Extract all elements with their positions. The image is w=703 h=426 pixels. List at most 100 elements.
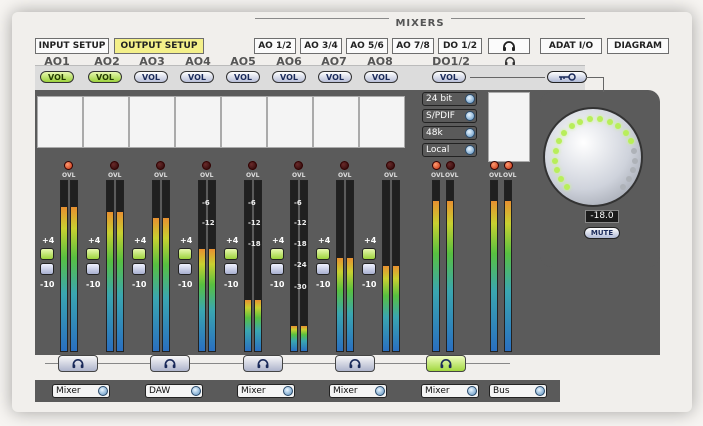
tab-ao-5-6[interactable]: AO 5/6 bbox=[346, 38, 388, 54]
monitor-volume-knob[interactable] bbox=[543, 107, 643, 207]
headphone-send-button-2[interactable] bbox=[150, 355, 190, 372]
gain-label-high: +4 bbox=[134, 236, 147, 245]
vol-button-do12[interactable]: VOL bbox=[432, 71, 466, 83]
vol-button-ao5[interactable]: VOL bbox=[226, 71, 260, 83]
scribble-strip bbox=[359, 96, 405, 148]
vol-button-ao1[interactable]: VOL bbox=[40, 71, 74, 83]
headphone-send-button-4[interactable] bbox=[335, 355, 375, 372]
headphone-send-button-1[interactable] bbox=[58, 355, 98, 372]
chevron-down-icon bbox=[465, 111, 475, 121]
vol-button-ao7[interactable]: VOL bbox=[318, 71, 352, 83]
vol-button-ao3[interactable]: VOL bbox=[134, 71, 168, 83]
ovl-led bbox=[504, 161, 513, 170]
gain-high-button[interactable] bbox=[316, 248, 330, 260]
meter-scale-tick: -12 bbox=[248, 219, 261, 227]
gain-low-button[interactable] bbox=[316, 263, 330, 275]
vol-button-ao4[interactable]: VOL bbox=[180, 71, 214, 83]
level-meter-fill bbox=[383, 266, 389, 351]
vol-button-ao8[interactable]: VOL bbox=[364, 71, 398, 83]
bit-depth-value: 24 bit bbox=[426, 94, 453, 104]
vol-button-ao6[interactable]: VOL bbox=[272, 71, 306, 83]
headphones-icon bbox=[256, 354, 270, 373]
chevron-down-icon bbox=[283, 386, 293, 396]
gain-low-button[interactable] bbox=[362, 263, 376, 275]
gain-high-button[interactable] bbox=[86, 248, 100, 260]
routing-select-5[interactable]: Mixer bbox=[421, 384, 479, 398]
routing-select-4[interactable]: Mixer bbox=[329, 384, 387, 398]
routing-select-1[interactable]: Mixer bbox=[52, 384, 110, 398]
knob-led bbox=[552, 147, 559, 154]
tab-ao-3-4[interactable]: AO 3/4 bbox=[300, 38, 342, 54]
gain-low-button[interactable] bbox=[178, 263, 192, 275]
scribble-strip bbox=[37, 96, 83, 148]
bit-depth-select[interactable]: 24 bit bbox=[422, 92, 477, 106]
scribble-strip bbox=[221, 96, 267, 148]
level-meter-fill bbox=[107, 211, 113, 351]
format-select[interactable]: S/PDIF bbox=[422, 109, 477, 123]
routing-value: Mixer bbox=[56, 386, 81, 396]
routing-value: Bus bbox=[493, 386, 510, 396]
ovl-led bbox=[340, 161, 349, 170]
gain-high-button[interactable] bbox=[178, 248, 192, 260]
routing-select-6[interactable]: Bus bbox=[489, 384, 547, 398]
clock-select[interactable]: Local bbox=[422, 143, 477, 157]
chevron-down-icon bbox=[465, 145, 475, 155]
level-meter bbox=[504, 180, 512, 352]
ovl-led bbox=[490, 161, 499, 170]
format-value: S/PDIF bbox=[426, 111, 455, 121]
gain-high-button[interactable] bbox=[40, 248, 54, 260]
ovl-label: OVL bbox=[431, 172, 445, 179]
chevron-down-icon bbox=[465, 94, 475, 104]
level-meter-fill bbox=[163, 218, 169, 351]
chevron-down-icon bbox=[98, 386, 108, 396]
link-button[interactable] bbox=[547, 71, 587, 83]
routing-select-2[interactable]: DAW bbox=[145, 384, 203, 398]
ovl-label: OVL bbox=[489, 172, 503, 179]
gain-label-low: -10 bbox=[362, 280, 377, 289]
sample-rate-select[interactable]: 48k bbox=[422, 126, 477, 140]
headphone-send-button-5[interactable] bbox=[426, 355, 466, 372]
scribble-strip bbox=[267, 96, 313, 148]
routing-select-3[interactable]: Mixer bbox=[237, 384, 295, 398]
gain-low-button[interactable] bbox=[40, 263, 54, 275]
ovl-led bbox=[432, 161, 441, 170]
key-icon bbox=[559, 73, 576, 81]
tab-diagram[interactable]: DIAGRAM bbox=[607, 38, 669, 54]
gain-high-button[interactable] bbox=[224, 248, 238, 260]
routing-value: Mixer bbox=[333, 386, 358, 396]
ovl-led bbox=[294, 161, 303, 170]
gain-high-button[interactable] bbox=[362, 248, 376, 260]
headphone-send-button-3[interactable] bbox=[243, 355, 283, 372]
gain-label-low: -10 bbox=[316, 280, 331, 289]
gain-low-button[interactable] bbox=[86, 263, 100, 275]
sample-rate-value: 48k bbox=[426, 128, 443, 138]
level-meter bbox=[70, 180, 78, 352]
gain-label-high: +4 bbox=[272, 236, 285, 245]
ovl-label: OVL bbox=[445, 172, 459, 179]
level-meter-fill bbox=[153, 218, 159, 351]
ovl-label: OVL bbox=[292, 172, 306, 179]
gain-high-button[interactable] bbox=[132, 248, 146, 260]
gain-low-button[interactable] bbox=[224, 263, 238, 275]
meter-scale-tick: -12 bbox=[294, 219, 307, 227]
tab-ao-7-8[interactable]: AO 7/8 bbox=[392, 38, 434, 54]
vol-button-ao2[interactable]: VOL bbox=[88, 71, 122, 83]
level-meter bbox=[490, 180, 498, 352]
gain-high-button[interactable] bbox=[270, 248, 284, 260]
tab-input-setup[interactable]: INPUT SETUP bbox=[35, 38, 109, 54]
tab-ao-1-2[interactable]: AO 1/2 bbox=[254, 38, 296, 54]
level-meter bbox=[432, 180, 440, 352]
ovl-led bbox=[156, 161, 165, 170]
gain-low-button[interactable] bbox=[132, 263, 146, 275]
tab-do-1-2[interactable]: DO 1/2 bbox=[438, 38, 482, 54]
level-meter bbox=[446, 180, 454, 352]
ovl-label: OVL bbox=[338, 172, 352, 179]
gain-label-high: +4 bbox=[226, 236, 239, 245]
mute-button[interactable]: MUTE bbox=[584, 227, 620, 239]
tab-headphones[interactable] bbox=[488, 38, 530, 54]
tab-adat-io[interactable]: ADAT I/O bbox=[540, 38, 602, 54]
routing-value: Mixer bbox=[241, 386, 266, 396]
tab-output-setup[interactable]: OUTPUT SETUP bbox=[114, 38, 204, 54]
gain-low-button[interactable] bbox=[270, 263, 284, 275]
level-meter-fill bbox=[71, 206, 77, 351]
